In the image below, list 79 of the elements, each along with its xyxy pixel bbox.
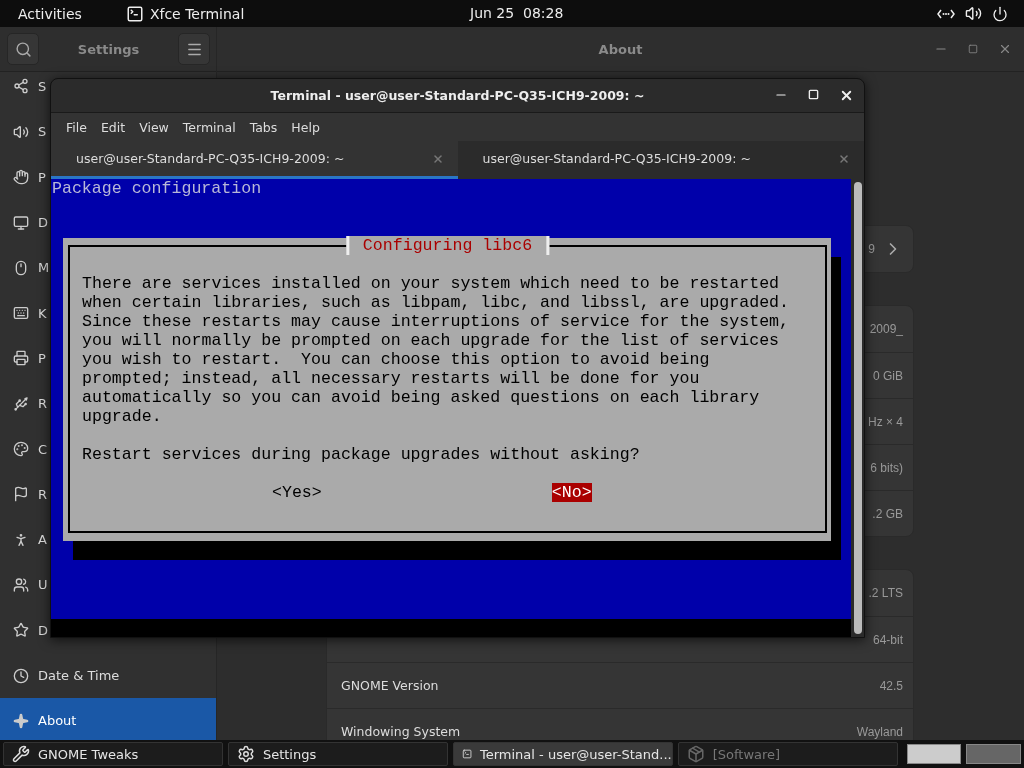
sidebar-item[interactable]: About	[0, 698, 216, 740]
close-tab-icon[interactable]	[431, 152, 444, 165]
close-icon[interactable]	[839, 88, 854, 103]
screen-header: Package configuration	[51, 179, 263, 198]
menu-item[interactable]: Terminal	[175, 119, 243, 135]
sidebar-item[interactable]: A	[0, 516, 47, 563]
clock-icon	[13, 667, 29, 684]
taskbar-button[interactable]: Terminal - user@user-Stand...	[452, 742, 673, 766]
row-value: Wayland	[856, 724, 903, 739]
usb-icon	[13, 395, 29, 412]
search-button[interactable]	[7, 33, 39, 65]
sidebar-item[interactable]: U	[0, 562, 48, 608]
users-icon	[13, 576, 29, 593]
sidebar-item[interactable]: M	[0, 245, 50, 291]
hand-icon	[13, 169, 29, 186]
dialog-question: Restart services during package upgrades without asking?	[82, 445, 641, 464]
row-value: 42.5	[879, 678, 903, 693]
printer-icon	[13, 350, 29, 367]
row-value: Hz × 4	[868, 414, 903, 429]
row-value: 2009_	[869, 322, 903, 336]
sidebar-item[interactable]: Date & Time	[0, 652, 120, 699]
row-value: .2 GB	[872, 506, 903, 521]
sidebar-item[interactable]: D	[0, 199, 48, 246]
volume-icon[interactable]	[965, 5, 982, 22]
taskbar-button[interactable]: Settings	[227, 742, 448, 766]
app-name[interactable]: Xfce Terminal	[149, 5, 245, 22]
menu-item[interactable]: Edit	[93, 119, 133, 135]
dialog-button[interactable]: <No>	[551, 483, 592, 502]
keyboard-icon	[13, 305, 29, 322]
sidebar-item[interactable]: R	[0, 471, 48, 517]
row-value: 0 GiB	[873, 368, 903, 383]
monitor-icon	[13, 214, 29, 231]
menu-item[interactable]: File	[59, 119, 94, 135]
menu-button[interactable]	[178, 33, 210, 65]
share-icon	[13, 78, 29, 95]
mouse-icon	[13, 259, 29, 276]
row-label: Windowing System	[341, 724, 461, 739]
close-tab-icon[interactable]	[838, 152, 850, 165]
workspace-button[interactable]	[906, 744, 962, 764]
row-value: 6 bits)	[870, 460, 903, 475]
terminal-tab[interactable]: user@user-Standard-PC-Q35-ICH9-2009: ~	[51, 141, 458, 179]
wrench-icon	[12, 745, 30, 763]
network-icon[interactable]	[937, 8, 955, 19]
sidebar-item[interactable]: P	[0, 335, 46, 382]
gear-icon	[236, 745, 255, 763]
sidebar-title: Settings	[76, 41, 141, 57]
page-title: About	[598, 41, 643, 57]
dialog-title: Configuring libc6	[345, 236, 550, 255]
sidebar-item[interactable]: S	[0, 109, 47, 155]
sidebar-item[interactable]: C	[0, 426, 48, 472]
scrollbar[interactable]	[851, 179, 864, 637]
terminal-icon	[125, 4, 144, 23]
row-value: 9	[868, 242, 875, 256]
menu-item[interactable]: Tabs	[242, 119, 285, 135]
package-icon	[686, 745, 705, 763]
row-label: GNOME Version	[341, 678, 439, 693]
taskbar-button[interactable]: GNOME Tweaks	[3, 742, 223, 766]
sidebar-item[interactable]: P	[0, 154, 46, 200]
sidebar-item[interactable]: D	[0, 607, 48, 653]
activities-button[interactable]: Activities	[18, 5, 82, 22]
clock[interactable]: Jun 25 08:28	[470, 5, 564, 21]
row-value: 64-bit	[872, 632, 903, 647]
sidebar-item[interactable]: S	[0, 72, 47, 110]
sidebar-item[interactable]: R	[0, 381, 48, 427]
flag-icon	[13, 486, 29, 503]
menu-item[interactable]: View	[132, 119, 176, 135]
sidebar-item[interactable]: K	[0, 290, 47, 336]
dialog-message: There are services installed on your system which need to be restarted when certain libraries, such as libpam, libc, and libssl, are upgraded. Since these restarts may cause interruptions of service for the system, you will normally be prompted on each upgrade for the list of services you wish to restart. You can choose this option to avoid being prompted; instead, all necessary restarts will be done for you automatically so you can avoid being asked questions on each library upgrade.	[82, 274, 790, 426]
star-icon	[13, 622, 29, 639]
palette-icon	[13, 441, 29, 457]
speaker-icon	[13, 123, 29, 140]
person-icon	[13, 531, 29, 548]
sparkle-icon	[13, 712, 29, 729]
dialog-button[interactable]: <Yes>	[272, 483, 322, 502]
menu-item[interactable]: Help	[284, 119, 327, 135]
power-icon[interactable]	[992, 5, 1008, 22]
window-title: Terminal - user@user-Standard-PC-Q35-ICH9-2009: ~	[270, 88, 645, 103]
search-icon	[14, 40, 32, 58]
row-value: .2 LTS	[868, 586, 903, 600]
